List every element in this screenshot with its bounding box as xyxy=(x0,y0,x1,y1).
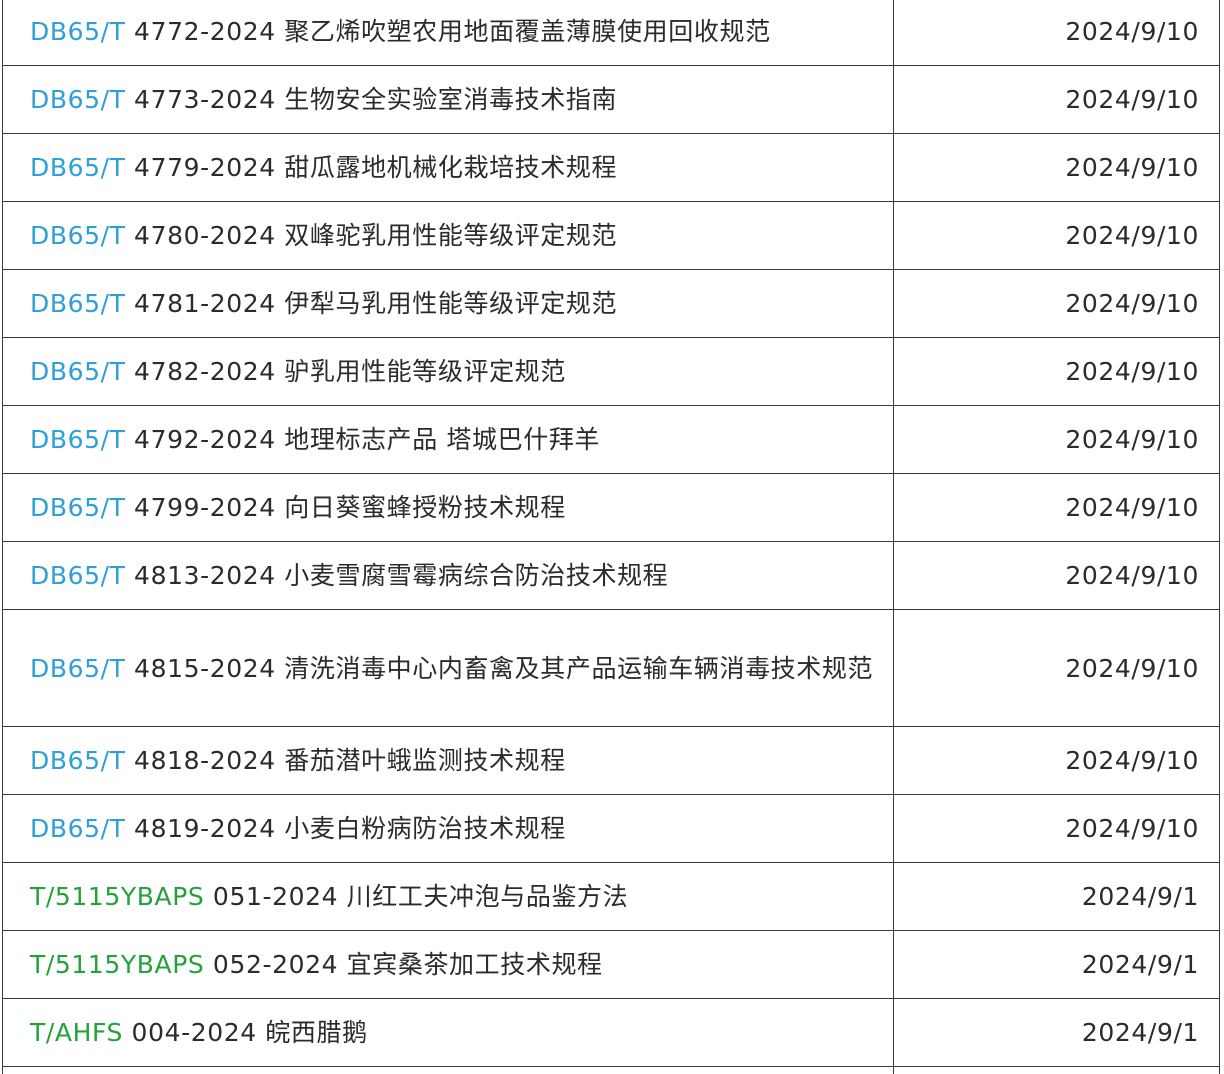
standard-code-link[interactable]: DB65/T xyxy=(23,814,126,843)
standard-code-link[interactable]: DB65/T xyxy=(23,153,126,182)
standard-title: 4818-2024 番茄潜叶蛾监测技术规程 xyxy=(125,746,566,775)
standard-title: 4792-2024 地理标志产品 塔城巴什拜羊 xyxy=(125,425,601,454)
release-date: 2024/9/10 xyxy=(893,541,1220,610)
standard-code-link[interactable]: DB65/T xyxy=(23,17,126,46)
standard-title: 4779-2024 甜瓜露地机械化栽培技术规程 xyxy=(125,153,618,182)
table-row: T/5115YBAPS 052-2024 宜宾桑茶加工技术规程 2024/9/1 xyxy=(2,930,1220,999)
standard-title: 4782-2024 驴乳用性能等级评定规范 xyxy=(125,357,566,386)
table-row: DB65/T 4815-2024 清洗消毒中心内畜禽及其产品运输车辆消毒技术规范… xyxy=(2,609,1220,727)
standards-list-page: DB65/T 4772-2024 聚乙烯吹塑农用地面覆盖薄膜使用回收规范 202… xyxy=(0,0,1224,1074)
standard-name-cell: DB65/T 4779-2024 甜瓜露地机械化栽培技术规程 xyxy=(2,133,894,202)
standard-title: 051-2024 川红工夫冲泡与品鉴方法 xyxy=(204,882,629,911)
standard-title: 4772-2024 聚乙烯吹塑农用地面覆盖薄膜使用回收规范 xyxy=(125,17,771,46)
standard-code-link[interactable]: DB65/T xyxy=(23,654,126,683)
table-row: DB65/T 4779-2024 甜瓜露地机械化栽培技术规程 2024/9/10 xyxy=(2,133,1220,202)
standard-name-cell: DB65/T 4818-2024 番茄潜叶蛾监测技术规程 xyxy=(2,726,894,795)
release-date xyxy=(893,1066,1220,1074)
table-row: T/5115YBAPS 051-2024 川红工夫冲泡与品鉴方法 2024/9/… xyxy=(2,862,1220,931)
standard-code-link[interactable]: T/5115YBAPS xyxy=(23,950,204,979)
standards-table-body: DB65/T 4772-2024 聚乙烯吹塑农用地面覆盖薄膜使用回收规范 202… xyxy=(2,0,1220,1074)
standard-name-cell: DB65/T 4819-2024 小麦白粉病防治技术规程 xyxy=(2,794,894,863)
standard-code-link[interactable]: DB65/T xyxy=(23,85,126,114)
standard-name-cell: DB65/T 4813-2024 小麦雪腐雪霉病综合防治技术规程 xyxy=(2,541,894,610)
release-date: 2024/9/10 xyxy=(893,405,1220,474)
table-row: DB65/T 4792-2024 地理标志产品 塔城巴什拜羊 2024/9/10 xyxy=(2,405,1220,474)
release-date: 2024/9/10 xyxy=(893,201,1220,270)
table-row: DB65/T 4813-2024 小麦雪腐雪霉病综合防治技术规程 2024/9/… xyxy=(2,541,1220,610)
standard-title: 4815-2024 清洗消毒中心内畜禽及其产品运输车辆消毒技术规范 xyxy=(125,653,874,683)
standard-name-cell: DB65/T 4772-2024 聚乙烯吹塑农用地面覆盖薄膜使用回收规范 xyxy=(2,0,894,66)
table-row: T/AHFS 004-2024 皖西腊鹅 2024/9/1 xyxy=(2,998,1220,1067)
standard-name-cell: T/5115YBAPS 051-2024 川红工夫冲泡与品鉴方法 xyxy=(2,862,894,931)
table-row-partial xyxy=(2,1066,1220,1074)
table-row: DB65/T 4780-2024 双峰驼乳用性能等级评定规范 2024/9/10 xyxy=(2,201,1220,270)
release-date: 2024/9/10 xyxy=(893,726,1220,795)
standard-name-cell: DB65/T 4781-2024 伊犁马乳用性能等级评定规范 xyxy=(2,269,894,338)
standard-code-link[interactable]: DB65/T xyxy=(23,493,126,522)
standard-title: 4819-2024 小麦白粉病防治技术规程 xyxy=(125,814,566,843)
standard-code-link[interactable]: DB65/T xyxy=(23,425,126,454)
table-row: DB65/T 4819-2024 小麦白粉病防治技术规程 2024/9/10 xyxy=(2,794,1220,863)
release-date: 2024/9/10 xyxy=(893,609,1220,727)
table-row: DB65/T 4799-2024 向日葵蜜蜂授粉技术规程 2024/9/10 xyxy=(2,473,1220,542)
table-row: DB65/T 4818-2024 番茄潜叶蛾监测技术规程 2024/9/10 xyxy=(2,726,1220,795)
standard-code-link[interactable]: T/AHFS xyxy=(23,1018,123,1047)
table-row: DB65/T 4782-2024 驴乳用性能等级评定规范 2024/9/10 xyxy=(2,337,1220,406)
release-date: 2024/9/10 xyxy=(893,473,1220,542)
release-date: 2024/9/10 xyxy=(893,269,1220,338)
release-date: 2024/9/10 xyxy=(893,794,1220,863)
standard-name-cell: DB65/T 4792-2024 地理标志产品 塔城巴什拜羊 xyxy=(2,405,894,474)
standard-code-link[interactable]: DB65/T xyxy=(23,746,126,775)
standard-title: 4781-2024 伊犁马乳用性能等级评定规范 xyxy=(125,289,618,318)
standard-code-link[interactable]: DB65/T xyxy=(23,357,126,386)
standard-name-cell: DB65/T 4782-2024 驴乳用性能等级评定规范 xyxy=(2,337,894,406)
standard-name-cell: DB65/T 4815-2024 清洗消毒中心内畜禽及其产品运输车辆消毒技术规范 xyxy=(2,609,894,727)
standard-code-link[interactable]: DB65/T xyxy=(23,289,126,318)
standard-code-link[interactable]: DB65/T xyxy=(23,561,126,590)
standard-title: 4799-2024 向日葵蜜蜂授粉技术规程 xyxy=(125,493,566,522)
release-date: 2024/9/1 xyxy=(893,930,1220,999)
table-row: DB65/T 4772-2024 聚乙烯吹塑农用地面覆盖薄膜使用回收规范 202… xyxy=(2,0,1220,66)
standard-name-cell: T/AHFS 004-2024 皖西腊鹅 xyxy=(2,998,894,1067)
standard-title: 052-2024 宜宾桑茶加工技术规程 xyxy=(204,950,603,979)
standard-title: 4773-2024 生物安全实验室消毒技术指南 xyxy=(125,85,618,114)
standard-title: 4780-2024 双峰驼乳用性能等级评定规范 xyxy=(125,221,618,250)
release-date: 2024/9/1 xyxy=(893,862,1220,931)
release-date: 2024/9/1 xyxy=(893,998,1220,1067)
standard-title: 4813-2024 小麦雪腐雪霉病综合防治技术规程 xyxy=(125,561,669,590)
release-date: 2024/9/10 xyxy=(893,337,1220,406)
release-date: 2024/9/10 xyxy=(893,0,1220,66)
table-row: DB65/T 4773-2024 生物安全实验室消毒技术指南 2024/9/10 xyxy=(2,65,1220,134)
standard-name-cell xyxy=(2,1066,894,1074)
standard-name-cell: DB65/T 4799-2024 向日葵蜜蜂授粉技术规程 xyxy=(2,473,894,542)
standard-name-cell: T/5115YBAPS 052-2024 宜宾桑茶加工技术规程 xyxy=(2,930,894,999)
standard-title: 004-2024 皖西腊鹅 xyxy=(123,1018,368,1047)
standard-code-link[interactable]: DB65/T xyxy=(23,221,126,250)
standard-name-cell: DB65/T 4780-2024 双峰驼乳用性能等级评定规范 xyxy=(2,201,894,270)
release-date: 2024/9/10 xyxy=(893,133,1220,202)
standards-table: DB65/T 4772-2024 聚乙烯吹塑农用地面覆盖薄膜使用回收规范 202… xyxy=(2,0,1220,1074)
release-date: 2024/9/10 xyxy=(893,65,1220,134)
standard-code-link[interactable]: T/5115YBAPS xyxy=(23,882,204,911)
table-row: DB65/T 4781-2024 伊犁马乳用性能等级评定规范 2024/9/10 xyxy=(2,269,1220,338)
standard-name-cell: DB65/T 4773-2024 生物安全实验室消毒技术指南 xyxy=(2,65,894,134)
